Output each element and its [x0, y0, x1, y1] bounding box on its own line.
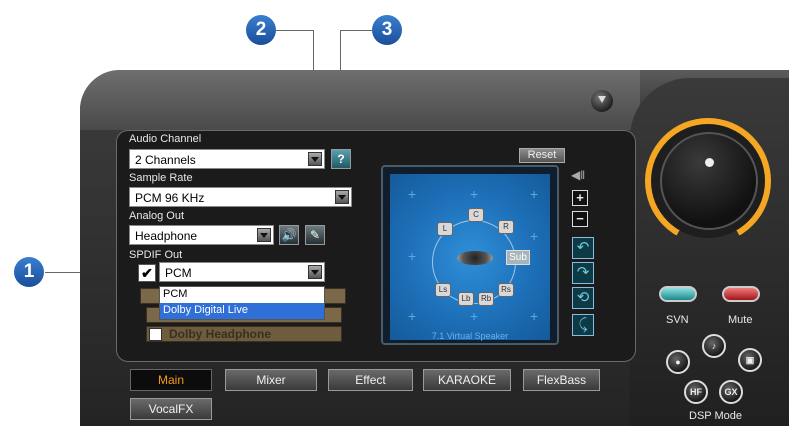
speaker-config-button[interactable]: 🔊	[279, 225, 299, 245]
spdif-out-label: SPDIF Out	[129, 249, 183, 261]
speaker-left[interactable]: L	[437, 222, 453, 236]
audio-channel-label: Audio Channel	[129, 133, 202, 145]
speaker-left-back[interactable]: Lb	[458, 292, 474, 306]
grid-marker: +	[470, 186, 479, 202]
spdif-out-dropdown: PCM Dolby Digital Live	[159, 286, 325, 320]
chevron-down-icon[interactable]	[335, 190, 349, 204]
volume-icon: ◀‖	[571, 168, 586, 182]
spdif-out-value: PCM	[165, 266, 192, 280]
knob-indicator	[705, 158, 714, 167]
speaker-right-back[interactable]: Rb	[478, 292, 495, 306]
chevron-down-icon[interactable]	[308, 265, 322, 279]
grid-marker: +	[530, 228, 539, 244]
audio-channel-select[interactable]: 2 Channels	[129, 149, 325, 169]
tab-mixer[interactable]: Mixer	[225, 369, 317, 391]
analog-out-select[interactable]: Headphone	[129, 225, 274, 245]
dropdown-option-pcm[interactable]: PCM	[160, 287, 324, 303]
callout-1: 1	[14, 257, 44, 287]
dropdown-option-dolby-digital-live[interactable]: Dolby Digital Live	[160, 303, 324, 319]
film-icon: ▣	[745, 355, 755, 365]
dsp-mode-button-2[interactable]: ♪	[702, 334, 726, 358]
sample-rate-label: Sample Rate	[129, 172, 193, 184]
chevron-down-icon[interactable]	[308, 152, 322, 166]
callout-2-line-h	[276, 30, 314, 31]
collapse-icon[interactable]	[591, 90, 613, 112]
tools-button[interactable]: ✎	[305, 225, 325, 245]
speaker-left-surround[interactable]: Ls	[435, 283, 451, 297]
rotate-icon: ⟲	[576, 289, 590, 306]
grid-marker: +	[408, 186, 417, 202]
tab-effect[interactable]: Effect	[328, 369, 413, 391]
rotate-left-button[interactable]: ↶	[572, 237, 594, 259]
rotate-icon: ↷	[576, 264, 590, 281]
dolby-headphone-checkbox[interactable]	[149, 328, 162, 341]
audio-channel-value: 2 Channels	[135, 153, 196, 167]
dolby-headphone-label: Dolby Headphone	[169, 327, 272, 341]
callout-3-line-h	[340, 30, 372, 31]
speaker-right[interactable]: R	[498, 220, 514, 234]
listener-icon	[457, 251, 493, 265]
dolby-headphone-option[interactable]: Dolby Headphone	[146, 326, 342, 342]
reset-button[interactable]: Reset	[519, 148, 565, 163]
rotate-icon: ↶	[576, 239, 590, 256]
rotate-center-button[interactable]: ⟲	[572, 287, 594, 309]
svn-button[interactable]	[659, 286, 697, 302]
tab-flexbass[interactable]: FlexBass	[523, 369, 600, 391]
dsp-icon: ●	[675, 357, 681, 367]
dsp-mode-hf-button[interactable]: HF	[684, 380, 708, 404]
grid-marker: +	[408, 248, 417, 264]
tab-vocalfx[interactable]: VocalFX	[130, 398, 212, 420]
grid-marker: +	[530, 308, 539, 324]
virtual-speaker-caption: 7.1 Virtual Speaker	[431, 331, 509, 341]
callout-3: 3	[372, 15, 402, 45]
tab-main[interactable]: Main	[130, 369, 212, 391]
speaker-right-surround[interactable]: Rs	[498, 283, 514, 297]
spdif-out-select[interactable]: PCM	[159, 262, 325, 282]
svn-label: SVN	[666, 314, 689, 326]
music-note-icon: ♪	[711, 341, 717, 351]
callout-2: 2	[246, 15, 276, 45]
rotate-right-button[interactable]: ↷	[572, 262, 594, 284]
dsp-mode-button-1[interactable]: ●	[666, 350, 690, 374]
wrench-icon: ✎	[309, 228, 321, 242]
dsp-mode-label: DSP Mode	[689, 410, 742, 422]
grid-marker: +	[408, 308, 417, 324]
analog-out-label: Analog Out	[129, 210, 185, 222]
volume-knob[interactable]	[660, 132, 758, 230]
zoom-in-button[interactable]: +	[572, 190, 588, 206]
chevron-down-icon[interactable]	[257, 228, 271, 242]
speaker-center[interactable]: C	[468, 208, 484, 222]
tab-karaoke[interactable]: KARAOKE	[423, 369, 511, 391]
analog-out-value: Headphone	[135, 229, 198, 243]
sample-rate-value: PCM 96 KHz	[135, 191, 205, 205]
speaker-icon: 🔊	[281, 228, 297, 242]
grid-marker: +	[530, 186, 539, 202]
mute-label: Mute	[728, 314, 753, 326]
speaker-subwoofer[interactable]: Sub	[506, 250, 530, 265]
rotate-free-button[interactable]: ⤹	[572, 314, 594, 336]
dsp-mode-gx-button[interactable]: GX	[719, 380, 743, 404]
help-button[interactable]: ?	[331, 149, 351, 169]
sample-rate-select[interactable]: PCM 96 KHz	[129, 187, 352, 207]
top-band	[80, 70, 640, 130]
rotate-icon: ⤹	[578, 316, 588, 333]
dsp-mode-button-3[interactable]: ▣	[738, 348, 762, 372]
mute-button[interactable]	[722, 286, 760, 302]
grid-marker: +	[470, 308, 479, 324]
spdif-out-checkbox[interactable]: ✔	[138, 264, 156, 282]
zoom-out-button[interactable]: −	[572, 211, 588, 227]
